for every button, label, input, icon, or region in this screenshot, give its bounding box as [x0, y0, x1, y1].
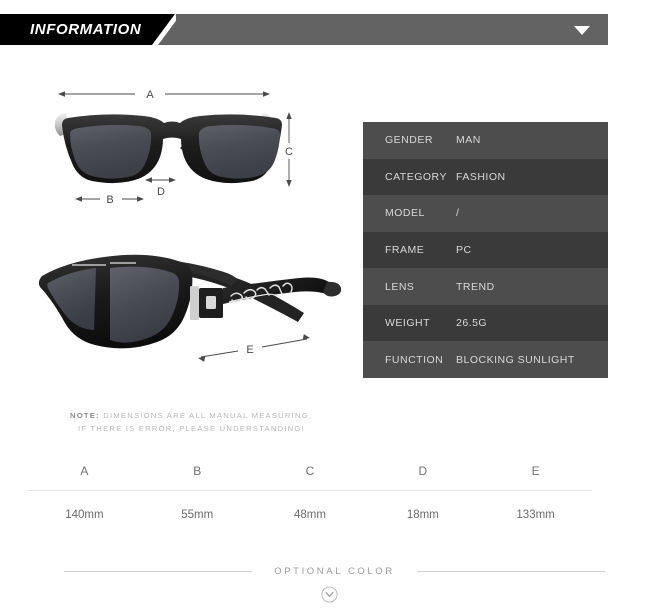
chevron-down-circle-icon[interactable] — [321, 586, 338, 603]
dimension-value-e: 133mm — [516, 509, 555, 521]
spec-label: FUNCTION — [385, 353, 444, 366]
dimension-header-d: D — [418, 464, 428, 478]
spec-label: LENS — [385, 280, 415, 293]
dimension-table-values: 140mm 55mm 48mm 18mm 133mm — [28, 491, 592, 521]
dimension-table-header: A B C D E — [28, 460, 592, 490]
spec-value: TREND — [456, 280, 495, 293]
measurement-note: NOTE: DIMENSIONS ARE ALL MANUAL MEASURIN… — [70, 410, 370, 435]
optional-color-line-right — [416, 570, 605, 572]
spec-value: FASHION — [456, 170, 506, 183]
dimension-header-e: E — [531, 464, 540, 478]
dimension-table: A B C D E 140mm 55mm 48mm 18mm 133mm — [28, 460, 592, 530]
table-row: CATEGORY FASHION — [363, 158, 608, 196]
spec-value: / — [456, 207, 460, 220]
specification-table: GENDER MAN CATEGORY FASHION MODEL / FRAM… — [363, 122, 608, 378]
table-row: FUNCTION BLOCKING SUNLIGHT — [363, 341, 608, 378]
sunglasses-front-view: A C D B — [54, 89, 293, 206]
table-row: GENDER MAN — [363, 122, 608, 159]
dimension-label-a: A — [146, 89, 154, 101]
dimension-arrow-a — [58, 91, 270, 97]
table-row: FRAME PC — [363, 231, 608, 269]
dimension-value-b: 55mm — [181, 509, 214, 521]
dimension-value-d: 18mm — [406, 509, 439, 521]
spec-label: WEIGHT — [385, 317, 430, 330]
table-row: MODEL / — [363, 195, 608, 232]
dimension-label-c: C — [285, 146, 293, 158]
spec-label: FRAME — [385, 243, 425, 256]
spec-value: 26.5G — [456, 317, 488, 330]
dimension-arrow-e — [198, 334, 310, 362]
spec-value: BLOCKING SUNLIGHT — [456, 353, 575, 366]
dimension-label-d: D — [157, 186, 165, 198]
spec-label: GENDER — [385, 134, 433, 147]
chevron-down-icon[interactable] — [574, 26, 590, 35]
note-label: NOTE: — [70, 411, 100, 420]
dimension-label-b: B — [106, 194, 113, 206]
note-line-1: DIMENSIONS ARE ALL MANUAL MEASURING, — [99, 411, 313, 420]
note-line-2: IF THERE IS ERROR, PLEASE UNDERSTANDING! — [78, 423, 305, 433]
table-row: WEIGHT 26.5G — [363, 304, 608, 342]
dimension-header-b: B — [193, 464, 202, 478]
dimension-value-a: 140mm — [65, 509, 104, 521]
dimension-value-c: 48mm — [294, 509, 326, 521]
dimension-header-c: C — [305, 464, 315, 478]
optional-color-label: OPTIONAL COLOR — [274, 565, 395, 577]
spec-value: PC — [456, 243, 472, 256]
spec-label: MODEL — [385, 207, 425, 220]
product-diagram-area: A C D B E — [0, 80, 342, 390]
spec-value: MAN — [456, 134, 481, 147]
table-row: LENS TREND — [363, 268, 608, 305]
page-title: INFORMATION — [30, 21, 142, 38]
dimension-header-a: A — [80, 464, 89, 478]
optional-color-line-left — [64, 570, 253, 572]
lens-right — [198, 124, 280, 179]
information-header: INFORMATION — [0, 14, 608, 45]
lens-left — [70, 124, 152, 179]
dimension-arrow-d — [145, 177, 176, 183]
spec-label: CATEGORY — [385, 170, 447, 183]
optional-color-section: OPTIONAL COLOR — [0, 561, 669, 581]
sunglasses-angled-view: E — [38, 254, 342, 362]
dimension-label-e: E — [246, 344, 253, 356]
